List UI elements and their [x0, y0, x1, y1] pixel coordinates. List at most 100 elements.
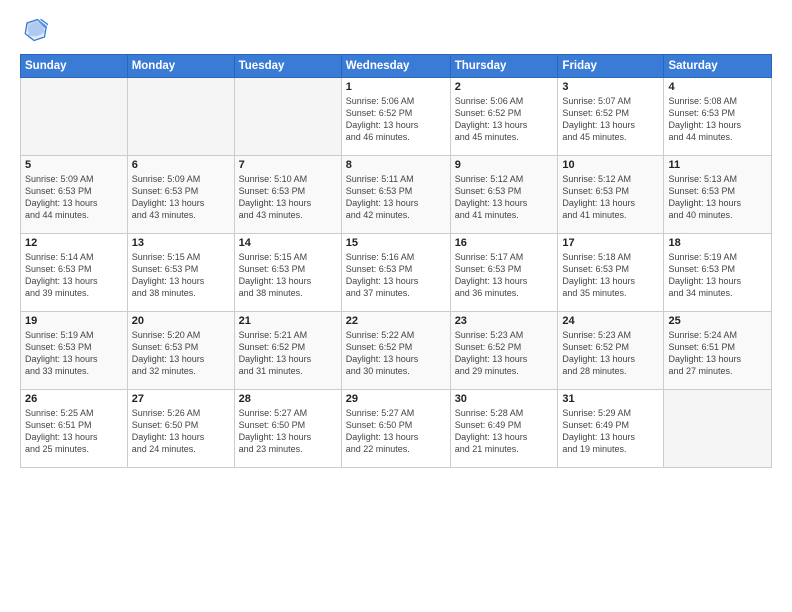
calendar-cell: 19 Sunrise: 5:19 AM Sunset: 6:53 PM Dayli…	[21, 312, 128, 390]
day-number: 10	[562, 159, 659, 171]
day-info: Sunrise: 5:15 AM Sunset: 6:53 PM Dayligh…	[132, 251, 230, 300]
calendar-cell: 27 Sunrise: 5:26 AM Sunset: 6:50 PM Dayli…	[127, 390, 234, 468]
calendar-week-row: 26 Sunrise: 5:25 AM Sunset: 6:51 PM Dayli…	[21, 390, 772, 468]
calendar-cell: 21 Sunrise: 5:21 AM Sunset: 6:52 PM Dayli…	[234, 312, 341, 390]
calendar-cell: 22 Sunrise: 5:22 AM Sunset: 6:52 PM Dayli…	[341, 312, 450, 390]
day-info: Sunrise: 5:21 AM Sunset: 6:52 PM Dayligh…	[239, 329, 337, 378]
calendar-cell: 23 Sunrise: 5:23 AM Sunset: 6:52 PM Dayli…	[450, 312, 558, 390]
day-number: 12	[25, 237, 123, 249]
calendar-cell: 29 Sunrise: 5:27 AM Sunset: 6:50 PM Dayli…	[341, 390, 450, 468]
calendar-week-row: 12 Sunrise: 5:14 AM Sunset: 6:53 PM Dayli…	[21, 234, 772, 312]
calendar-cell	[21, 78, 128, 156]
calendar-cell: 25 Sunrise: 5:24 AM Sunset: 6:51 PM Dayli…	[664, 312, 772, 390]
day-info: Sunrise: 5:06 AM Sunset: 6:52 PM Dayligh…	[455, 95, 554, 144]
day-number: 11	[668, 159, 767, 171]
calendar-cell: 11 Sunrise: 5:13 AM Sunset: 6:53 PM Dayli…	[664, 156, 772, 234]
day-info: Sunrise: 5:10 AM Sunset: 6:53 PM Dayligh…	[239, 173, 337, 222]
day-number: 7	[239, 159, 337, 171]
day-info: Sunrise: 5:24 AM Sunset: 6:51 PM Dayligh…	[668, 329, 767, 378]
day-info: Sunrise: 5:25 AM Sunset: 6:51 PM Dayligh…	[25, 407, 123, 456]
day-number: 20	[132, 315, 230, 327]
day-info: Sunrise: 5:20 AM Sunset: 6:53 PM Dayligh…	[132, 329, 230, 378]
day-info: Sunrise: 5:07 AM Sunset: 6:52 PM Dayligh…	[562, 95, 659, 144]
day-number: 26	[25, 393, 123, 405]
calendar-cell: 18 Sunrise: 5:19 AM Sunset: 6:53 PM Dayli…	[664, 234, 772, 312]
calendar-cell	[234, 78, 341, 156]
calendar-cell: 4Sunrise: 5:08 AM Sunset: 6:53 PM Daylig…	[664, 78, 772, 156]
weekday-header-sunday: Sunday	[21, 55, 128, 78]
day-number: 17	[562, 237, 659, 249]
day-number: 13	[132, 237, 230, 249]
weekday-header-saturday: Saturday	[664, 55, 772, 78]
day-number: 23	[455, 315, 554, 327]
day-number: 21	[239, 315, 337, 327]
weekday-header-wednesday: Wednesday	[341, 55, 450, 78]
day-number: 22	[346, 315, 446, 327]
day-number: 18	[668, 237, 767, 249]
calendar-cell: 13 Sunrise: 5:15 AM Sunset: 6:53 PM Dayli…	[127, 234, 234, 312]
calendar-week-row: 1 Sunrise: 5:06 AM Sunset: 6:52 PM Daylig…	[21, 78, 772, 156]
day-number: 5	[25, 159, 123, 171]
calendar-cell	[127, 78, 234, 156]
calendar-cell: 17 Sunrise: 5:18 AM Sunset: 6:53 PM Dayli…	[558, 234, 664, 312]
day-info: Sunrise: 5:16 AM Sunset: 6:53 PM Dayligh…	[346, 251, 446, 300]
day-info: Sunrise: 5:27 AM Sunset: 6:50 PM Dayligh…	[346, 407, 446, 456]
calendar-cell: 10 Sunrise: 5:12 AM Sunset: 6:53 PM Dayli…	[558, 156, 664, 234]
day-info: Sunrise: 5:19 AM Sunset: 6:53 PM Dayligh…	[668, 251, 767, 300]
day-info: Sunrise: 5:12 AM Sunset: 6:53 PM Dayligh…	[562, 173, 659, 222]
calendar-cell: 5 Sunrise: 5:09 AM Sunset: 6:53 PM Daylig…	[21, 156, 128, 234]
weekday-header-row: SundayMondayTuesdayWednesdayThursdayFrid…	[21, 55, 772, 78]
day-info: Sunrise: 5:09 AM Sunset: 6:53 PM Dayligh…	[25, 173, 123, 222]
header	[20, 16, 772, 44]
day-info: Sunrise: 5:18 AM Sunset: 6:53 PM Dayligh…	[562, 251, 659, 300]
day-number: 1	[346, 81, 446, 93]
day-number: 3	[562, 81, 659, 93]
logo-icon	[20, 16, 48, 44]
calendar-cell: 3 Sunrise: 5:07 AM Sunset: 6:52 PM Daylig…	[558, 78, 664, 156]
day-info: Sunrise: 5:09 AM Sunset: 6:53 PM Dayligh…	[132, 173, 230, 222]
day-number: 29	[346, 393, 446, 405]
day-info: Sunrise: 5:29 AM Sunset: 6:49 PM Dayligh…	[562, 407, 659, 456]
calendar-cell: 31 Sunrise: 5:29 AM Sunset: 6:49 PM Dayli…	[558, 390, 664, 468]
day-info: Sunrise: 5:13 AM Sunset: 6:53 PM Dayligh…	[668, 173, 767, 222]
calendar-week-row: 19 Sunrise: 5:19 AM Sunset: 6:53 PM Dayli…	[21, 312, 772, 390]
day-number: 25	[668, 315, 767, 327]
day-number: 14	[239, 237, 337, 249]
day-info: Sunrise: 5:14 AM Sunset: 6:53 PM Dayligh…	[25, 251, 123, 300]
day-number: 31	[562, 393, 659, 405]
calendar-cell: 26 Sunrise: 5:25 AM Sunset: 6:51 PM Dayli…	[21, 390, 128, 468]
calendar-cell: 8Sunrise: 5:11 AM Sunset: 6:53 PM Daylig…	[341, 156, 450, 234]
day-number: 28	[239, 393, 337, 405]
weekday-header-monday: Monday	[127, 55, 234, 78]
day-number: 19	[25, 315, 123, 327]
day-number: 15	[346, 237, 446, 249]
calendar-cell: 14 Sunrise: 5:15 AM Sunset: 6:53 PM Dayli…	[234, 234, 341, 312]
day-number: 6	[132, 159, 230, 171]
calendar-cell: 6 Sunrise: 5:09 AM Sunset: 6:53 PM Daylig…	[127, 156, 234, 234]
day-info: Sunrise: 5:19 AM Sunset: 6:53 PM Dayligh…	[25, 329, 123, 378]
day-info: Sunrise: 5:23 AM Sunset: 6:52 PM Dayligh…	[562, 329, 659, 378]
weekday-header-thursday: Thursday	[450, 55, 558, 78]
day-info: Sunrise: 5:12 AM Sunset: 6:53 PM Dayligh…	[455, 173, 554, 222]
weekday-header-tuesday: Tuesday	[234, 55, 341, 78]
calendar-cell	[664, 390, 772, 468]
day-info: Sunrise: 5:23 AM Sunset: 6:52 PM Dayligh…	[455, 329, 554, 378]
calendar-cell: 20 Sunrise: 5:20 AM Sunset: 6:53 PM Dayli…	[127, 312, 234, 390]
day-info: Sunrise: 5:15 AM Sunset: 6:53 PM Dayligh…	[239, 251, 337, 300]
day-number: 24	[562, 315, 659, 327]
day-number: 27	[132, 393, 230, 405]
day-info: Sunrise: 5:06 AM Sunset: 6:52 PM Dayligh…	[346, 95, 446, 144]
calendar-cell: 9Sunrise: 5:12 AM Sunset: 6:53 PM Daylig…	[450, 156, 558, 234]
calendar-cell: 16 Sunrise: 5:17 AM Sunset: 6:53 PM Dayli…	[450, 234, 558, 312]
calendar-cell: 28Sunrise: 5:27 AM Sunset: 6:50 PM Dayli…	[234, 390, 341, 468]
day-info: Sunrise: 5:17 AM Sunset: 6:53 PM Dayligh…	[455, 251, 554, 300]
day-info: Sunrise: 5:26 AM Sunset: 6:50 PM Dayligh…	[132, 407, 230, 456]
logo	[20, 16, 52, 44]
day-number: 16	[455, 237, 554, 249]
page: SundayMondayTuesdayWednesdayThursdayFrid…	[0, 0, 792, 612]
day-number: 4	[668, 81, 767, 93]
weekday-header-friday: Friday	[558, 55, 664, 78]
calendar-cell: 2Sunrise: 5:06 AM Sunset: 6:52 PM Daylig…	[450, 78, 558, 156]
calendar-cell: 1 Sunrise: 5:06 AM Sunset: 6:52 PM Daylig…	[341, 78, 450, 156]
day-info: Sunrise: 5:22 AM Sunset: 6:52 PM Dayligh…	[346, 329, 446, 378]
